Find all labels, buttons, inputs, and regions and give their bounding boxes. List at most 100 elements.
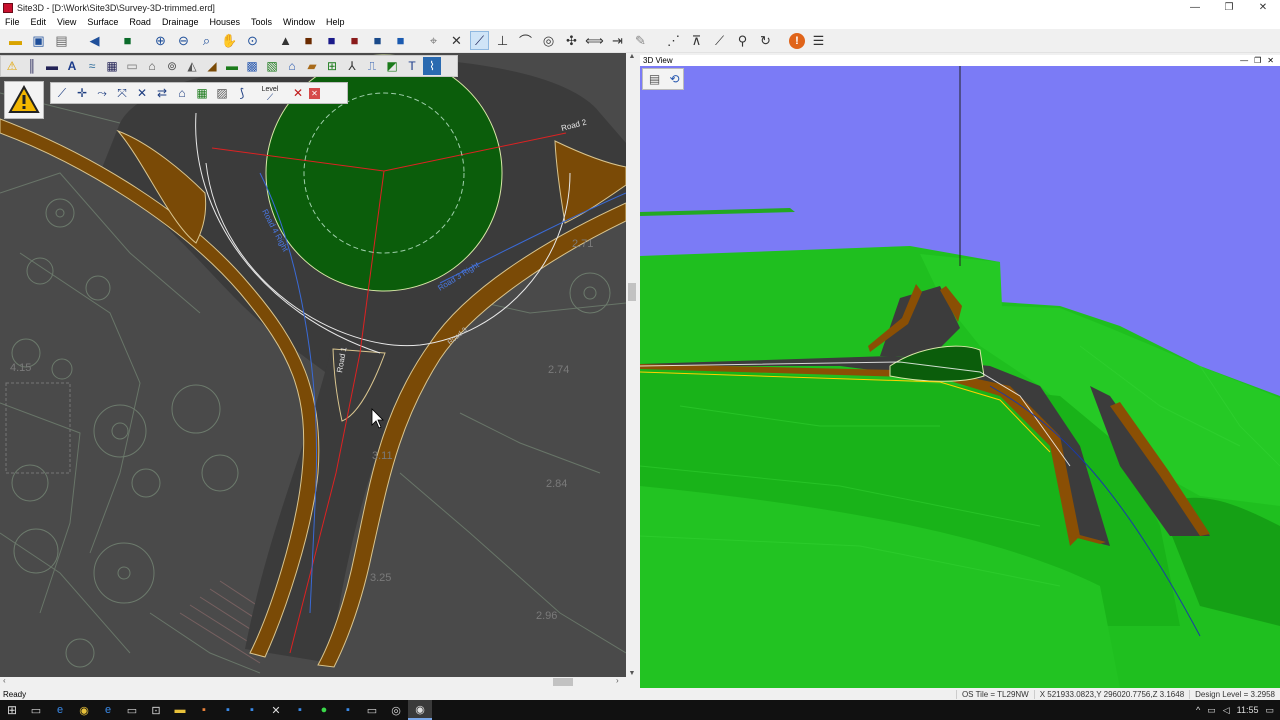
close-icon[interactable]: ✕ [1246, 0, 1280, 15]
menu-surface[interactable]: Surface [82, 17, 124, 27]
app-icon[interactable]: ▪ [288, 700, 312, 720]
app-icon[interactable]: ▪ [192, 700, 216, 720]
menu-help[interactable]: Help [321, 17, 351, 27]
clock[interactable]: 11:55 [1237, 705, 1259, 715]
print-icon[interactable]: ▤ [52, 31, 71, 50]
back-icon[interactable]: ◀ [85, 31, 104, 50]
menu-road[interactable]: Road [124, 17, 157, 27]
app-icon[interactable]: ▪ [240, 700, 264, 720]
plan-horizontal-scrollbar[interactable]: ‹ › [0, 676, 626, 687]
query-icon[interactable]: ⚲ [733, 31, 752, 50]
plan-view[interactable]: Road 2 Road 1 Road 4 Right Road 3 Right … [0, 53, 626, 677]
view3d-viewport[interactable] [640, 66, 1280, 688]
menu-file[interactable]: File [0, 17, 26, 27]
menu-edit[interactable]: Edit [26, 17, 53, 27]
snap-icon[interactable]: ■ [391, 31, 410, 50]
close-icon[interactable]: ✕ [309, 87, 320, 99]
road-grid-icon[interactable]: ▦ [193, 84, 211, 102]
restore-icon[interactable]: ❐ [1254, 56, 1261, 65]
fence-icon[interactable]: ▰ [303, 57, 321, 75]
stretch-icon[interactable]: ✣ [562, 31, 581, 50]
open-folder-icon[interactable]: ▬ [6, 31, 25, 50]
edge-icon[interactable]: e [48, 700, 72, 720]
hatch-icon[interactable]: ≈ [83, 57, 101, 75]
view-3d-icon[interactable]: ■ [299, 31, 318, 50]
house-icon[interactable]: ⌂ [143, 57, 161, 75]
save-icon[interactable]: ▣ [29, 31, 48, 50]
lasso-icon[interactable]: ⟋ [710, 31, 729, 50]
road-cut-icon[interactable]: ✕ [133, 84, 151, 102]
menu-drainage[interactable]: Drainage [157, 17, 205, 27]
list-icon[interactable]: ☰ [809, 31, 828, 50]
plan-drawing[interactable]: Road 2 Road 1 Road 4 Right Road 3 Right … [0, 53, 626, 677]
road-extend-icon[interactable]: ⤳ [93, 84, 111, 102]
dimension-icon[interactable]: ⇥ [608, 31, 627, 50]
menu-view[interactable]: View [52, 17, 82, 27]
print-icon[interactable]: ▤ [646, 70, 663, 88]
profile-icon[interactable]: ⎍ [363, 57, 381, 75]
tank-icon[interactable]: ⌂ [283, 57, 301, 75]
scroll-thumb[interactable] [553, 678, 573, 686]
terrain-render[interactable] [640, 66, 1280, 688]
chart-icon[interactable]: ⌇ [423, 57, 441, 75]
polyline-icon[interactable]: ⋰ [664, 31, 683, 50]
render-icon[interactable]: ■ [322, 31, 341, 50]
tray-chevron-icon[interactable]: ^ [1196, 705, 1200, 715]
pole-icon[interactable]: ║ [23, 57, 41, 75]
task-view-icon[interactable]: ▭ [24, 700, 48, 720]
chrome-icon[interactable]: ◉ [72, 700, 96, 720]
warning-panel[interactable] [4, 81, 44, 119]
road-add-icon[interactable]: ⟋ [53, 84, 71, 102]
sign-icon[interactable]: ⊞ [323, 57, 341, 75]
text-icon[interactable]: T [403, 57, 421, 75]
refresh-icon[interactable]: ↻ [756, 31, 775, 50]
measure2-icon[interactable]: ◩ [383, 57, 401, 75]
scroll-down-icon[interactable]: ▼ [626, 670, 638, 677]
warning-icon[interactable]: ⚠ [3, 57, 21, 75]
bridge-icon[interactable]: ▬ [223, 57, 241, 75]
app-icon[interactable]: ▭ [360, 700, 384, 720]
zoom-extents-icon[interactable]: ⊙ [243, 31, 262, 50]
road-surface-icon[interactable]: ⌂ [173, 84, 191, 102]
grid-icon[interactable]: ■ [368, 31, 387, 50]
road-hatch-icon[interactable]: ▨ [213, 84, 231, 102]
ramp-icon[interactable]: ◢ [203, 57, 221, 75]
minimize-icon[interactable]: — [1240, 56, 1248, 65]
zoom-in-icon[interactable]: ⊕ [151, 31, 170, 50]
app-icon[interactable]: ▪ [216, 700, 240, 720]
menu-tools[interactable]: Tools [246, 17, 278, 27]
scroll-right-icon[interactable]: › [616, 676, 619, 685]
section-icon[interactable]: ▩ [243, 57, 261, 75]
extend-icon[interactable]: ✕ [447, 31, 466, 50]
kerb-icon[interactable]: ▬ [43, 57, 61, 75]
text-a-icon[interactable]: A [63, 57, 81, 75]
trim-icon[interactable]: ⌖ [424, 31, 443, 50]
volume-icon[interactable]: ◁ [1223, 705, 1230, 716]
app-icon[interactable]: ● [312, 700, 336, 720]
manhole-icon[interactable]: ⊚ [163, 57, 181, 75]
pencil-icon[interactable]: ✎ [631, 31, 650, 50]
drain-icon[interactable]: ▭ [123, 57, 141, 75]
move-icon[interactable]: ◎ [539, 31, 558, 50]
menu-window[interactable]: Window [278, 17, 321, 27]
restore-icon[interactable]: ❐ [1212, 0, 1246, 15]
layer-icon[interactable]: ■ [118, 31, 137, 50]
surface-icon[interactable]: ■ [345, 31, 364, 50]
app-icon[interactable]: ◎ [384, 700, 408, 720]
road-delete-icon[interactable]: ✕ [289, 84, 307, 102]
tree-icon[interactable]: ⅄ [343, 57, 361, 75]
tunnel-icon[interactable]: ◭ [183, 57, 201, 75]
notification-icon[interactable]: ▭ [1265, 705, 1274, 716]
hatch-line-icon[interactable]: ⊼ [687, 31, 706, 50]
arc-icon[interactable]: ⊥ [493, 31, 512, 50]
line-icon[interactable]: ⟋ [470, 31, 489, 50]
explorer-icon[interactable]: ▬ [168, 700, 192, 720]
zoom-window-icon[interactable]: ⌕ [197, 31, 216, 50]
scroll-thumb[interactable] [628, 283, 636, 301]
road-curve-icon[interactable]: ⟆ [233, 84, 251, 102]
scroll-left-icon[interactable]: ‹ [3, 676, 6, 685]
close-icon[interactable]: ✕ [1267, 56, 1274, 65]
pipe-icon[interactable]: ▧ [263, 57, 281, 75]
menu-houses[interactable]: Houses [204, 17, 246, 27]
minimize-icon[interactable]: — [1178, 0, 1212, 15]
